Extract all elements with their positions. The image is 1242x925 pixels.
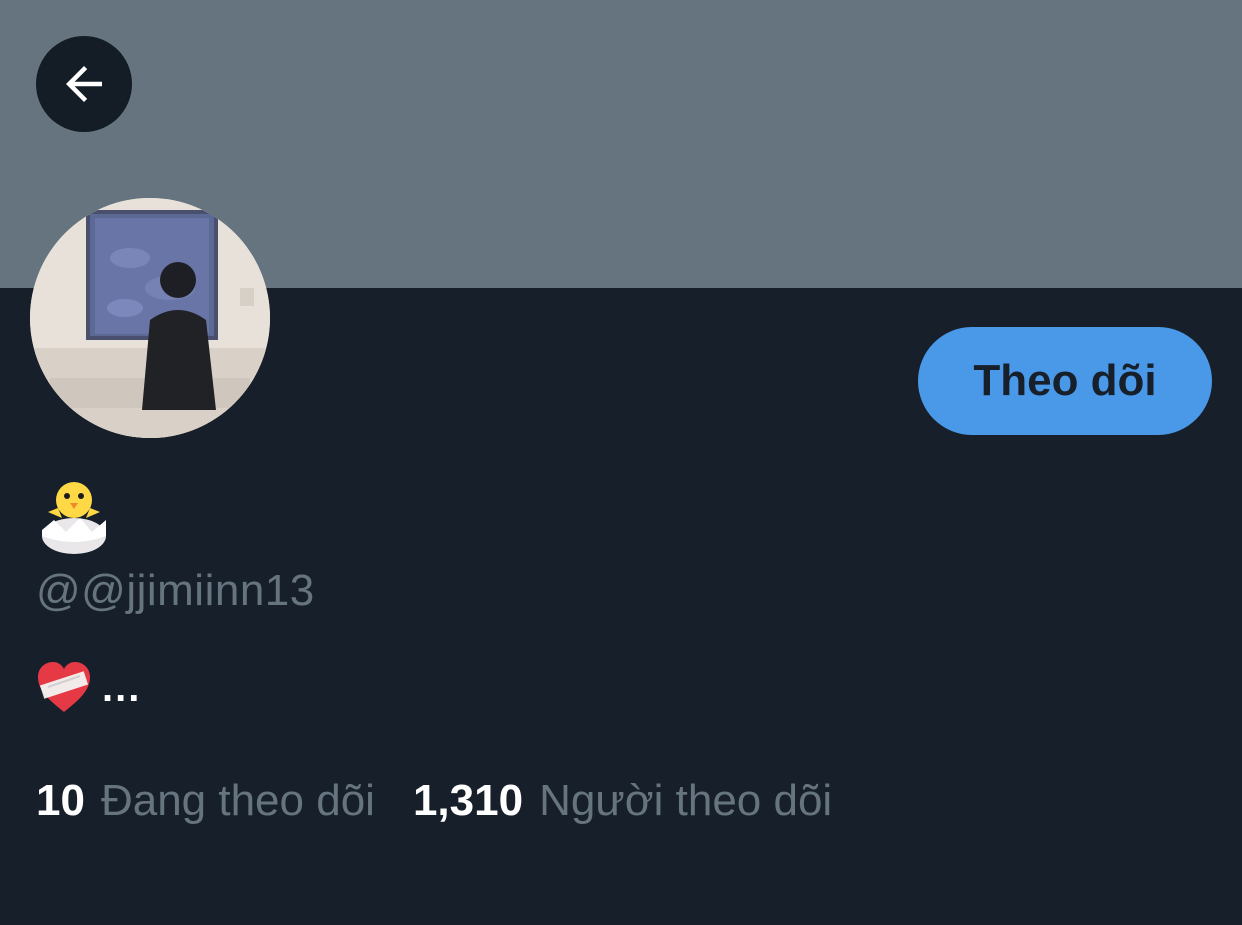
- avatar-image: [30, 198, 270, 438]
- following-stat[interactable]: 10 Đang theo dõi: [36, 776, 375, 826]
- hatching-chick-icon: [42, 482, 106, 554]
- display-name: [36, 478, 112, 556]
- followers-stat[interactable]: 1,310 Người theo dõi: [413, 776, 832, 826]
- bio: ...: [36, 660, 141, 714]
- following-count: 10: [36, 776, 85, 825]
- bio-text: ...: [102, 666, 142, 710]
- followers-label: Người theo dõi: [539, 776, 833, 825]
- following-label: Đang theo dõi: [100, 776, 375, 825]
- username: @@jjimiinn13: [36, 566, 315, 615]
- followers-count: 1,310: [412, 776, 524, 825]
- mending-heart-icon: [38, 662, 90, 712]
- profile-stats: 10 Đang theo dõi 1,310 Người theo dõi: [36, 776, 832, 826]
- follow-button[interactable]: Theo dõi: [918, 327, 1212, 435]
- back-button[interactable]: [36, 36, 132, 132]
- avatar[interactable]: [30, 198, 270, 438]
- arrow-left-icon: [66, 66, 102, 102]
